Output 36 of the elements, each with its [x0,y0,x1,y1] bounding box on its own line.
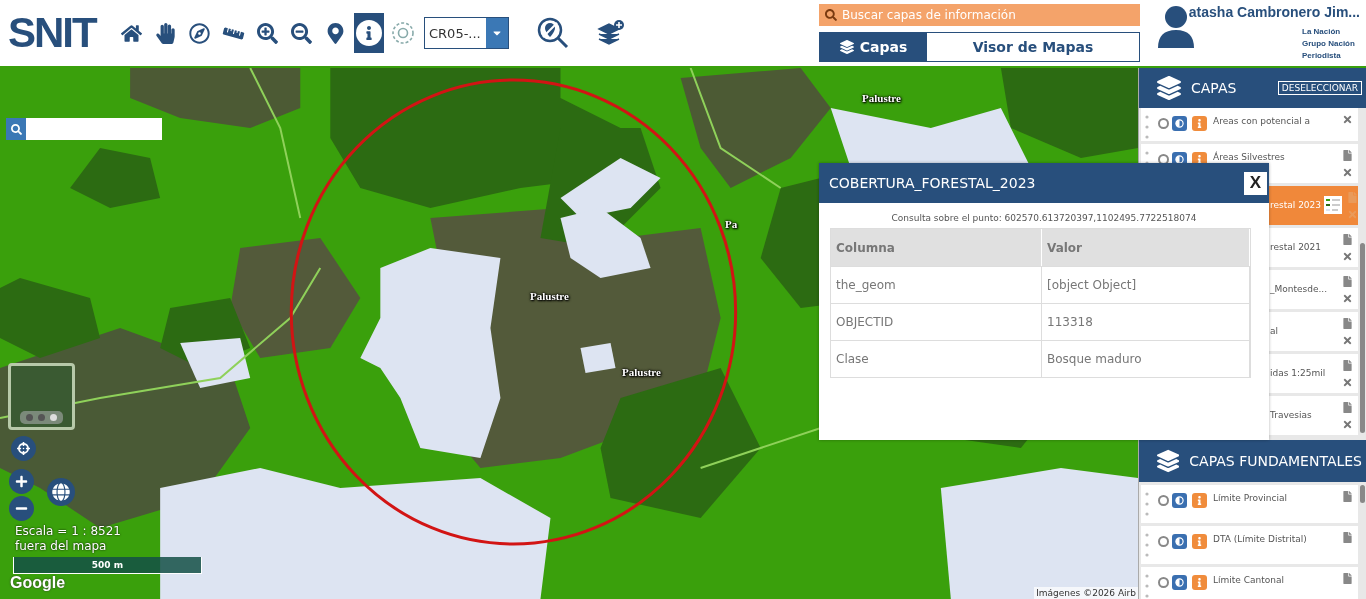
layer-name: _Montesde... [1269,284,1329,294]
layer-name: Límite Cantonal [1213,575,1285,585]
column-header: Valor [1042,229,1250,266]
layer-name: restal 2021 [1269,242,1323,252]
layer-name: restal 2023 [1269,200,1322,210]
table-cell: OBJECTID [831,303,1042,340]
organization-text: Grupo Nación [1302,38,1356,50]
organization-text: La Nación [1302,26,1342,38]
layer-name: Areas con potencial a [1213,116,1312,126]
map-label: Pa [725,218,738,230]
table-cell: the_geom [831,266,1042,303]
layer-name: Travesias [1269,410,1313,420]
table-cell: Bosque maduro [1042,340,1250,377]
attribution-text: Imágenes ©2026 Airb [1034,587,1138,599]
position-text: fuera del mapa [15,539,108,554]
column-header: Columna [831,229,1042,266]
query-text: Consulta sobre el punto: 602570.613720397,1102495.7722518074 [890,212,1198,225]
table-cell: [object Object] [1042,266,1250,303]
popup-title: COBERTURA_FORESTAL_2023 [829,175,1036,191]
panel-title: CAPAS [1191,80,1238,96]
map-label: Palustre [622,366,661,378]
user-name: atasha Cambronero Jim... [1188,4,1360,20]
table-cell: Clase [831,340,1042,377]
table-cell: 113318 [1042,303,1250,340]
map-label: Palustre [530,290,569,302]
scale-bar: 500 m [13,557,202,574]
panel-title: CAPAS FUNDAMENTALES [1189,453,1362,469]
layer-name: Áreas Silvestres [1213,152,1286,162]
layer-name: al [1269,326,1279,336]
layer-name: DTA (Límite Distrital) [1213,534,1308,544]
provider-logo: Google [10,574,66,592]
scale-text: Escala = 1 : 8521 [15,524,121,539]
layer-name: Límite Provincial [1213,493,1288,503]
map-label: Palustre [862,92,901,104]
layer-name: idas 1:25mil [1269,368,1327,378]
organization-text: Periodista [1302,50,1342,62]
